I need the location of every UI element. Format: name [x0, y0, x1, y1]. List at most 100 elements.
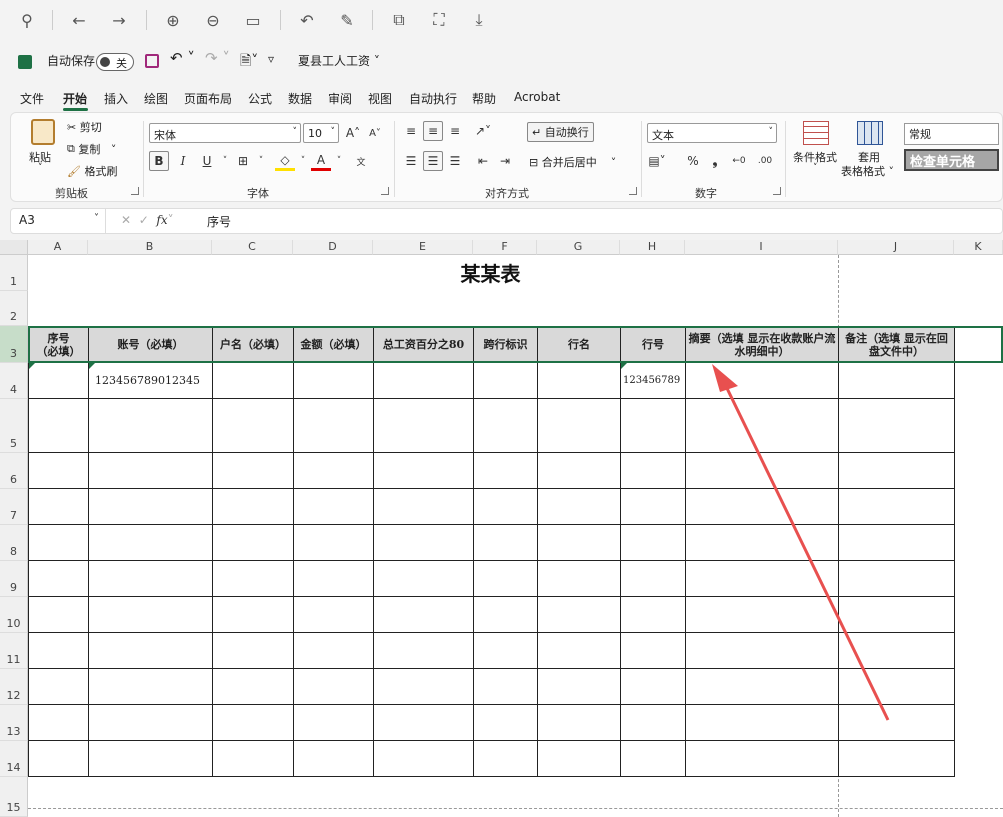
- document-icon[interactable]: 🗎˅: [240, 50, 258, 74]
- increase-font-icon[interactable]: A˄: [343, 123, 363, 143]
- decrease-font-icon[interactable]: A˅: [365, 123, 385, 143]
- alignment-launcher-icon[interactable]: [629, 187, 637, 195]
- number-format-combo[interactable]: 文本 ˅: [647, 123, 777, 143]
- header-cell-seq[interactable]: 序号 （必填）: [28, 326, 89, 363]
- align-left-icon[interactable]: ☰: [401, 151, 421, 171]
- style-check-cell[interactable]: 检查单元格: [904, 149, 999, 171]
- col-header-h[interactable]: H: [620, 240, 685, 255]
- row-header-12[interactable]: 12: [0, 669, 28, 705]
- italic-button[interactable]: I: [173, 151, 193, 171]
- tab-formulas[interactable]: 公式: [248, 90, 272, 107]
- row-header-13[interactable]: 13: [0, 705, 28, 741]
- increase-indent-icon[interactable]: ⇥: [495, 151, 515, 171]
- download-icon[interactable]: ⤓: [466, 8, 492, 32]
- row-header-4[interactable]: 4: [0, 363, 28, 399]
- table-cell[interactable]: [28, 362, 89, 399]
- row-header-3[interactable]: 3: [0, 326, 28, 363]
- increase-decimal-icon[interactable]: ←0: [729, 151, 749, 171]
- row-header-10[interactable]: 10: [0, 597, 28, 633]
- row-header-11[interactable]: 11: [0, 633, 28, 669]
- align-bottom-icon[interactable]: ≡: [445, 121, 465, 141]
- tab-data[interactable]: 数据: [288, 90, 312, 107]
- tab-acrobat[interactable]: Acrobat: [514, 90, 560, 104]
- table-cell[interactable]: [373, 362, 474, 399]
- table-cell-account[interactable]: 123456789012345: [88, 362, 213, 399]
- font-color-icon[interactable]: A: [311, 151, 331, 171]
- table-cell[interactable]: [685, 362, 839, 399]
- paste-dropdown-icon[interactable]: ˅: [38, 163, 43, 173]
- col-header-c[interactable]: C: [212, 240, 293, 255]
- table-cell[interactable]: [838, 362, 955, 399]
- undo-icon[interactable]: ↶ ˅: [170, 49, 195, 67]
- function-icon[interactable]: fx: [156, 213, 167, 227]
- actual-size-icon[interactable]: ▭: [240, 8, 266, 32]
- align-center-icon[interactable]: ☰: [423, 151, 443, 171]
- pin-icon[interactable]: ⚲: [14, 8, 40, 32]
- col-header-g[interactable]: G: [537, 240, 620, 255]
- save-icon[interactable]: [145, 54, 159, 68]
- clipboard-launcher-icon[interactable]: [131, 187, 139, 195]
- align-middle-icon[interactable]: ≡: [423, 121, 443, 141]
- header-cell-bank-name[interactable]: 行名: [537, 326, 621, 363]
- edit-icon[interactable]: ✎: [334, 8, 360, 32]
- fit-screen-icon[interactable]: ⛶: [426, 8, 452, 32]
- decrease-indent-icon[interactable]: ⇤: [473, 151, 493, 171]
- copy-button[interactable]: ⧉ 复制 ˅: [67, 141, 116, 157]
- comma-style-icon[interactable]: ❟: [705, 151, 725, 171]
- rotate-icon[interactable]: ↶: [294, 8, 320, 32]
- customize-qat-icon[interactable]: ▿: [268, 52, 274, 66]
- fill-color-dropdown-icon[interactable]: ˅: [293, 151, 313, 171]
- tab-help[interactable]: 帮助: [472, 90, 496, 107]
- col-header-k[interactable]: K: [954, 240, 1003, 255]
- paste-icon[interactable]: [31, 119, 55, 145]
- header-cell-summary[interactable]: 摘要（选填 显示在收款账户流水明细中）: [685, 326, 839, 363]
- autosave-toggle[interactable]: 关: [96, 53, 134, 71]
- number-launcher-icon[interactable]: [773, 187, 781, 195]
- conditional-format-dropdown-icon[interactable]: ˅: [813, 163, 818, 173]
- header-cell-account[interactable]: 账号（必填）: [88, 326, 213, 363]
- row-header-5[interactable]: 5: [0, 399, 28, 453]
- row-header-6[interactable]: 6: [0, 453, 28, 489]
- merge-center-button[interactable]: ⊟ 合并后居中 ˅: [529, 154, 616, 170]
- forward-arrow-icon[interactable]: →: [106, 8, 132, 32]
- tab-home[interactable]: 开始: [63, 90, 87, 107]
- row-header-7[interactable]: 7: [0, 489, 28, 525]
- wrap-text-button[interactable]: ↵ 自动换行: [527, 122, 594, 142]
- file-title[interactable]: 夏县工人工资 ˅: [298, 52, 380, 69]
- bold-button[interactable]: B: [149, 151, 169, 171]
- row-header-14[interactable]: 14: [0, 741, 28, 777]
- tab-file[interactable]: 文件: [20, 90, 44, 107]
- orientation-icon[interactable]: ↗˅: [473, 121, 493, 141]
- row-header-9[interactable]: 9: [0, 561, 28, 597]
- select-all-corner[interactable]: [0, 240, 28, 255]
- borders-icon[interactable]: ⊞: [233, 151, 253, 171]
- cut-button[interactable]: ✂ 剪切: [67, 119, 102, 135]
- col-header-b[interactable]: B: [88, 240, 212, 255]
- back-arrow-icon[interactable]: ←: [66, 8, 92, 32]
- name-box[interactable]: A3 ˅: [11, 209, 106, 233]
- redo-icon[interactable]: ↷ ˅: [205, 49, 230, 67]
- header-cell-name[interactable]: 户名（必填）: [212, 326, 294, 363]
- cancel-icon[interactable]: ✕: [121, 213, 131, 227]
- col-header-e[interactable]: E: [373, 240, 473, 255]
- tab-page-layout[interactable]: 页面布局: [184, 90, 232, 107]
- zoom-in-icon[interactable]: ⊕: [160, 8, 186, 32]
- accounting-format-icon[interactable]: ▤˅: [647, 151, 667, 171]
- tab-automate[interactable]: 自动执行: [409, 90, 457, 107]
- table-cell[interactable]: [293, 362, 374, 399]
- style-normal[interactable]: 常规: [904, 123, 999, 145]
- tab-draw[interactable]: 绘图: [144, 90, 168, 107]
- underline-dropdown-icon[interactable]: ˅: [215, 151, 235, 171]
- align-right-icon[interactable]: ☰: [445, 151, 465, 171]
- enter-icon[interactable]: ✓: [139, 213, 149, 227]
- header-cell-amount[interactable]: 金额（必填）: [293, 326, 374, 363]
- format-painter-button[interactable]: 🖌 格式刷: [67, 163, 117, 179]
- header-cell-interbank[interactable]: 跨行标识: [473, 326, 538, 363]
- tab-view[interactable]: 视图: [368, 90, 392, 107]
- font-name-combo[interactable]: 宋体 ˅: [149, 123, 301, 143]
- row-header-2[interactable]: 2: [0, 291, 28, 326]
- header-cell-remark[interactable]: 备注（选填 显示在回盘文件中）: [838, 326, 955, 363]
- font-color-dropdown-icon[interactable]: ˅: [329, 151, 349, 171]
- table-cell[interactable]: [473, 362, 538, 399]
- col-header-f[interactable]: F: [473, 240, 537, 255]
